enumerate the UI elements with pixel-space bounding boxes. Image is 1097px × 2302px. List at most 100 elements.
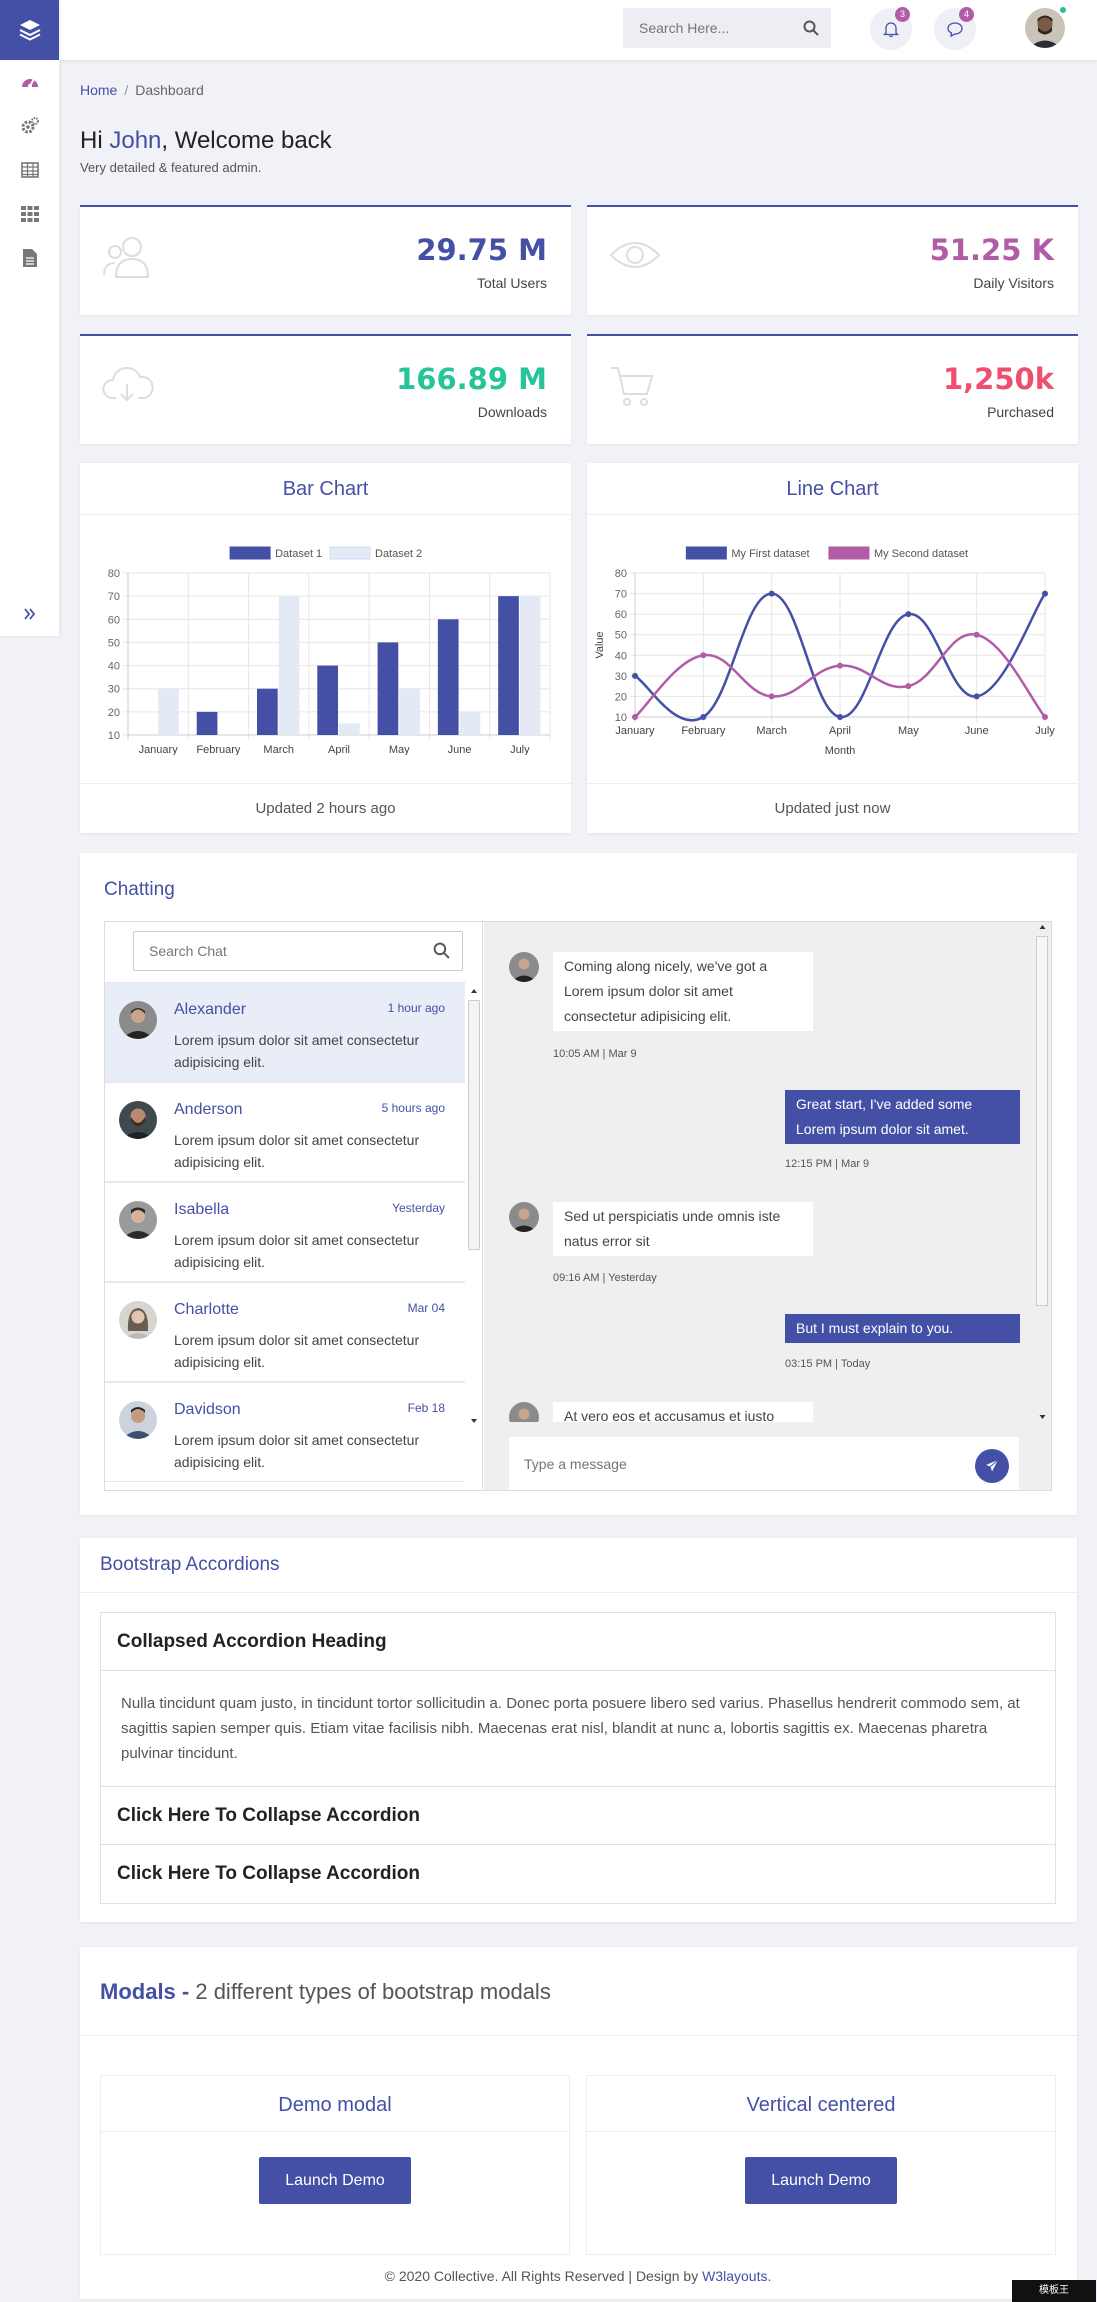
divider <box>80 2035 1077 2036</box>
chat-conversation-panel: Coming along nicely, we've got a Lorem i… <box>484 922 1051 1490</box>
x-tick-label: May <box>898 725 919 737</box>
line-chart-card: Line Chart My First dataset My Second dat… <box>587 463 1078 833</box>
header-search-input[interactable] <box>623 8 793 48</box>
line-chart: My First dataset My Second dataset 10 20 30 4… <box>594 546 1055 757</box>
scrollbar-thumb[interactable] <box>1036 936 1048 1306</box>
message-bubble-outgoing: Great start, I've added some Lorem ipsum… <box>785 1090 1020 1144</box>
messages-button[interactable]: 4 <box>934 7 976 50</box>
contact-list: Alexander 1 hour ago Lorem ipsum dolor s… <box>105 982 465 1490</box>
avatar <box>119 1001 157 1039</box>
chart-title: Bar Chart <box>80 463 571 515</box>
y-tick-label: 10 <box>108 730 120 742</box>
y-tick-label: 30 <box>615 671 627 683</box>
data-point <box>837 714 843 720</box>
modals-heading: Modals - 2 different types of bootstrap … <box>100 1979 551 2005</box>
breadcrumb-separator: / <box>124 82 129 98</box>
search-icon[interactable] <box>433 942 450 959</box>
message-bubble-incoming: Coming along nicely, we've got a Lorem i… <box>553 952 813 1031</box>
notifications-button[interactable]: 3 <box>870 7 912 50</box>
avatar <box>509 1402 539 1422</box>
data-point <box>700 652 707 659</box>
contact-time: Mar 04 <box>407 1301 445 1315</box>
y-tick-label: 20 <box>108 707 120 719</box>
chart-title: Line Chart <box>587 463 1078 515</box>
launch-demo-button[interactable]: Launch Demo <box>259 2157 411 2204</box>
data-point <box>632 672 638 679</box>
breadcrumb-home-link[interactable]: Home <box>80 82 117 98</box>
y-tick-label: 10 <box>615 712 627 724</box>
bar <box>399 688 420 735</box>
contact-item[interactable]: Charlotte Mar 04 Lorem ipsum dolor sit a… <box>105 1282 465 1382</box>
contact-item[interactable]: Davidson Feb 18 Lorem ipsum dolor sit am… <box>105 1382 465 1482</box>
x-tick-label: April <box>328 744 350 755</box>
scroll-down-arrow-icon[interactable] <box>1036 1412 1049 1422</box>
send-button[interactable] <box>975 1449 1009 1483</box>
stat-label: Purchased <box>987 404 1054 420</box>
avatar <box>119 1201 157 1239</box>
accordion-item-header[interactable]: Click Here To Collapse Accordion <box>101 1787 1055 1845</box>
data-point <box>1042 714 1048 720</box>
y-tick-label: 70 <box>615 589 627 601</box>
stat-card-downloads: 166.89 M Downloads <box>80 334 571 444</box>
message-time: 03:15 PM | Today <box>785 1358 871 1370</box>
data-point <box>905 683 912 690</box>
chat-search-input[interactable] <box>134 932 414 970</box>
nav-dashboard[interactable] <box>0 60 59 104</box>
bar-chart: Dataset 1 Dataset 2 10 20 30 40 50 60 70 80 Januar… <box>108 546 551 755</box>
y-tick-label: 60 <box>108 614 120 626</box>
document-icon <box>22 249 37 267</box>
nav-grid[interactable] <box>0 192 59 236</box>
modal-card-title: Demo modal <box>101 2076 569 2132</box>
greeting-rest: , Welcome back <box>161 127 332 154</box>
contact-list-scrollbar[interactable] <box>467 986 481 1426</box>
eye-icon <box>609 242 661 268</box>
logo[interactable] <box>0 0 59 60</box>
page-subtitle: Very detailed & featured admin. <box>80 160 262 175</box>
scroll-down-arrow-icon[interactable] <box>467 1416 481 1426</box>
contact-time: 1 hour ago <box>387 1001 445 1015</box>
chat-card: Chatting Alexander 1 hour ago Lorem ipsu… <box>80 853 1077 1515</box>
online-status-dot <box>1059 6 1067 14</box>
contact-item[interactable]: Isabella Yesterday Lorem ipsum dolor sit… <box>105 1182 465 1282</box>
data-point <box>905 611 912 618</box>
data-point <box>973 631 980 638</box>
accordion-item-header[interactable]: Collapsed Accordion Heading <box>101 1613 1055 1671</box>
accordion-item-header[interactable]: Click Here To Collapse Accordion <box>101 1845 1055 1903</box>
data-point <box>632 714 638 720</box>
x-tick-label: January <box>615 725 655 737</box>
footer-link[interactable]: W3layouts <box>702 2268 767 2284</box>
avatar <box>119 1301 157 1339</box>
scrollbar-thumb[interactable] <box>468 1000 480 1250</box>
contact-preview: Lorem ipsum dolor sit amet consectetur a… <box>174 1232 420 1270</box>
search-icon[interactable] <box>803 20 819 36</box>
chevron-double-right-icon <box>23 608 35 620</box>
contact-time: Yesterday <box>392 1201 445 1215</box>
message-area-scrollbar[interactable] <box>1036 922 1049 1422</box>
bar <box>278 596 300 735</box>
launch-demo-button[interactable]: Launch Demo <box>745 2157 897 2204</box>
scroll-up-arrow-icon[interactable] <box>467 986 481 996</box>
bar <box>519 596 541 735</box>
contact-name: Davidson <box>174 1401 241 1418</box>
divider <box>80 1592 1077 1593</box>
stat-card-purchased: 1,250k Purchased <box>587 334 1078 444</box>
legend-label: Dataset 1 <box>275 548 322 560</box>
contact-name: Anderson <box>174 1101 243 1118</box>
contact-item[interactable]: Anderson 5 hours ago Lorem ipsum dolor s… <box>105 1082 465 1182</box>
message-time: 12:15 PM | Mar 9 <box>785 1158 870 1170</box>
nav-settings[interactable] <box>0 104 59 148</box>
scroll-up-arrow-icon[interactable] <box>1036 922 1049 932</box>
nav-pages[interactable] <box>0 236 59 280</box>
avatar <box>119 1101 157 1139</box>
sidebar-toggle-button[interactable] <box>0 592 59 636</box>
message-input[interactable] <box>509 1437 949 1490</box>
user-avatar[interactable] <box>1025 8 1065 48</box>
y-tick-label: 40 <box>108 661 120 673</box>
nav-tables[interactable] <box>0 148 59 192</box>
avatar <box>509 952 539 982</box>
x-tick-label: April <box>829 725 851 737</box>
contact-item[interactable]: Alexander 1 hour ago Lorem ipsum dolor s… <box>105 982 465 1082</box>
modal-card-title: Vertical centered <box>587 2076 1055 2132</box>
data-point <box>768 590 775 597</box>
stat-value: 51.25 K <box>929 233 1054 267</box>
